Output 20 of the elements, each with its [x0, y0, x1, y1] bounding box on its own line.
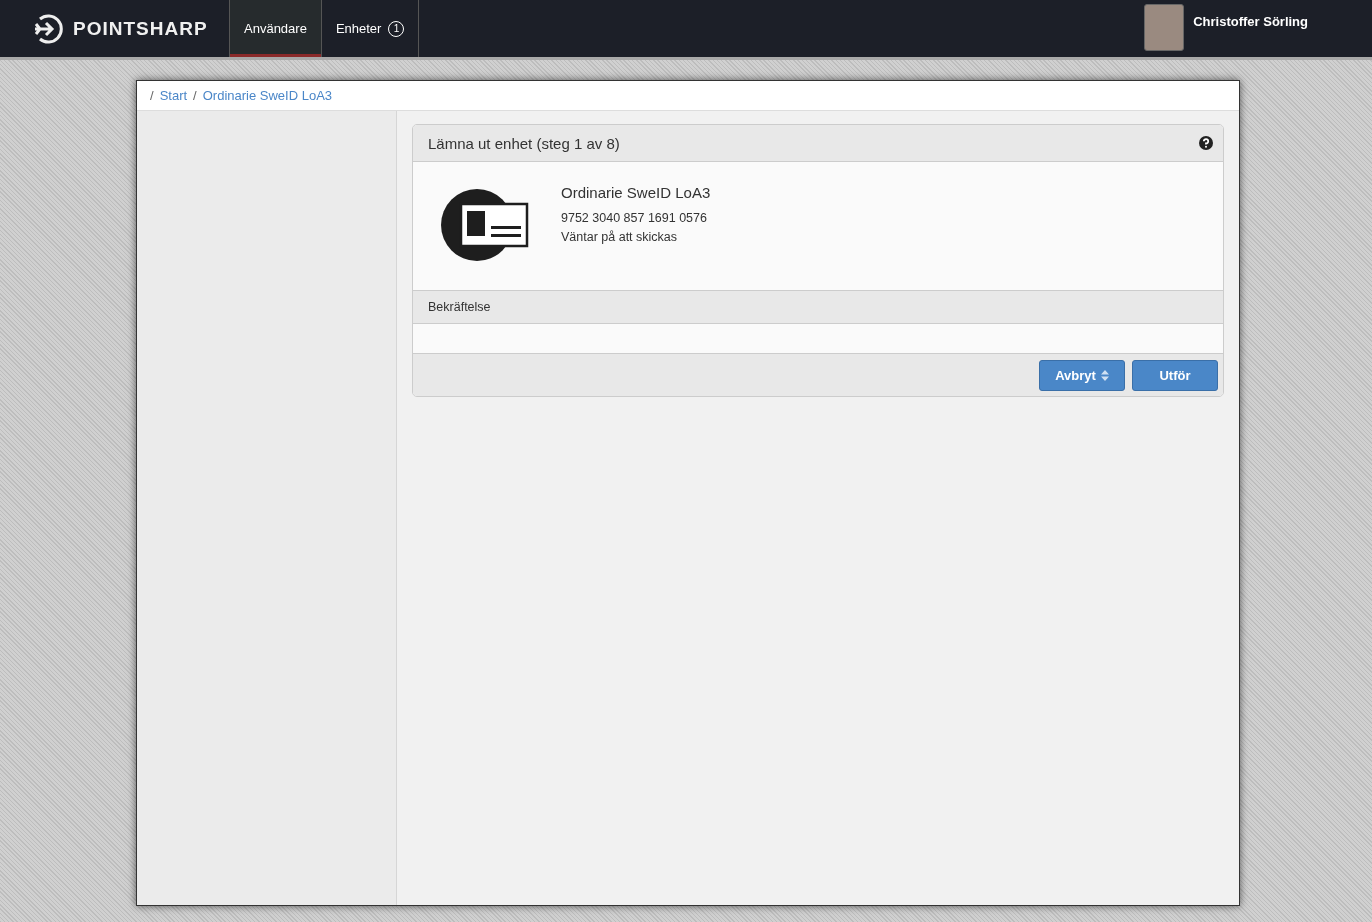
help-icon[interactable] — [1199, 136, 1213, 150]
device-name: Ordinarie SweID LoA3 — [561, 184, 711, 201]
sort-caret-icon — [1100, 369, 1109, 381]
section-header: Bekräftelse — [413, 291, 1223, 324]
breadcrumb-link[interactable]: Ordinarie SweID LoA3 — [202, 88, 333, 103]
action-button[interactable]: Avbryt — [1039, 359, 1125, 391]
device-number: 9752 3040 857 1691 0576 — [561, 210, 707, 227]
breadcrumb-link[interactable]: Start — [159, 88, 188, 103]
breadcrumb-separator: / — [150, 88, 154, 103]
id-card-icon — [441, 188, 529, 262]
user-name[interactable]: Christoffer Sörling — [1193, 14, 1308, 29]
breadcrumb-separator: / — [193, 88, 197, 103]
device-status: Väntar på att skickas — [561, 229, 678, 246]
nav-tab[interactable]: Enheter 1 — [321, 0, 420, 57]
action-button[interactable]: Utför — [1132, 359, 1218, 391]
logo-icon — [32, 12, 64, 45]
logo-text: POINTSHARP — [73, 17, 208, 40]
nav-tab[interactable]: Användare — [230, 0, 322, 57]
panel-title: Lämna ut enhet (steg 1 av 8) — [428, 134, 620, 152]
avatar-photo-placeholder[interactable] — [1144, 4, 1185, 51]
